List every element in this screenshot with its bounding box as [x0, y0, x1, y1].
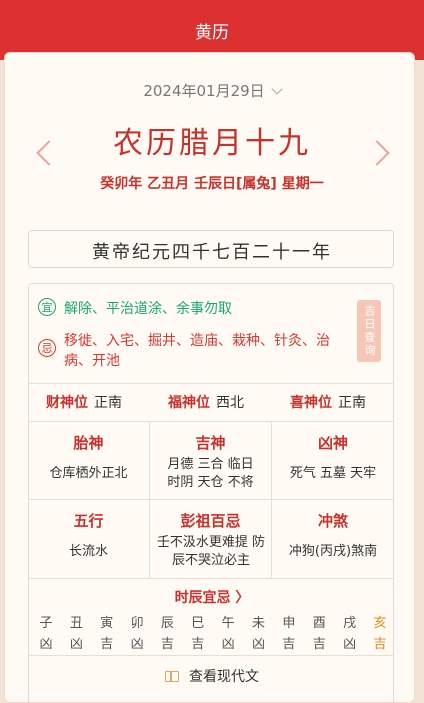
- jishen-value: 月德 三合 临日 时阴 天仓 不将: [167, 457, 254, 490]
- branch-label: 巳: [191, 616, 205, 631]
- luck-label: 吉: [282, 637, 296, 652]
- wuxing-value: 长流水: [68, 544, 108, 559]
- shichen-luck-row: 凶 凶 吉 凶 吉 吉 凶 凶 吉 吉 凶 吉: [36, 633, 390, 652]
- taishen-value: 仓库栖外正北: [49, 466, 128, 481]
- direction-label: 福神位: [168, 395, 210, 411]
- xiongshen-value: 死气 五墓 天牢: [289, 466, 377, 481]
- direction-joy: 喜神位 正南: [290, 392, 366, 412]
- direction-value: 正南: [94, 395, 122, 411]
- lunar-date: 农历腊月十九: [113, 126, 311, 161]
- chevron-down-icon: [271, 83, 283, 95]
- luck-label: 凶: [343, 637, 357, 652]
- yi-activities: 解除、平治道涂、余事勿取: [64, 301, 232, 317]
- direction-label: 喜神位: [290, 395, 332, 411]
- luck-label: 吉: [160, 637, 174, 652]
- luck-label-current: 吉: [373, 637, 387, 652]
- branch-label: 未: [252, 616, 266, 631]
- wuxing-title: 五行: [73, 512, 104, 530]
- jishen-title: 吉神: [195, 434, 226, 452]
- luck-label: 吉: [100, 637, 114, 652]
- branch-label: 酉: [312, 616, 326, 631]
- luck-label: 凶: [69, 637, 83, 652]
- branch-label: 午: [221, 616, 235, 631]
- divider: [28, 578, 394, 579]
- branch-label: 寅: [100, 616, 114, 631]
- luck-label: 凶: [252, 637, 266, 652]
- direction-wealth: 财神位 正南: [46, 392, 122, 412]
- auspicious-day-query-button[interactable]: 吉日查询: [357, 300, 381, 362]
- branch-label: 申: [282, 616, 296, 631]
- taishen-title: 胎神: [73, 434, 104, 452]
- ganzhi-line: 癸卯年 乙丑月 壬辰日[属兔] 星期一: [100, 176, 324, 192]
- shichen-branch-row: 子 丑 寅 卯 辰 巳 午 未 申 酉 戌 亥: [36, 612, 390, 631]
- shichen-title-link[interactable]: 时辰宜忌 〉: [0, 587, 424, 607]
- luck-label: 凶: [39, 637, 53, 652]
- direction-value: 西北: [216, 395, 244, 411]
- page-title: 黄历: [195, 23, 229, 43]
- chongsha-title: 冲煞: [317, 512, 348, 530]
- direction-fortune: 福神位 西北: [168, 392, 244, 412]
- date-selector[interactable]: 2024年01月29日: [0, 80, 424, 101]
- direction-label: 财神位: [46, 395, 88, 411]
- branch-label: 丑: [69, 616, 83, 631]
- book-icon: [165, 671, 179, 682]
- luck-label: 凶: [130, 637, 144, 652]
- branch-label-current: 亥: [373, 616, 387, 631]
- branch-label: 辰: [160, 616, 174, 631]
- branch-label: 卯: [130, 616, 144, 631]
- xiongshen-title: 凶神: [317, 434, 348, 452]
- divider: [28, 499, 394, 500]
- pengzu-title: 彭祖百忌: [180, 512, 241, 530]
- divider: [28, 383, 394, 384]
- pengzu-value: 壬不汲水更难提 防 辰不哭泣必主: [156, 535, 266, 568]
- header-bar: 黄历: [0, 0, 424, 60]
- ji-badge-icon: 忌: [38, 339, 56, 357]
- luck-label: 凶: [221, 637, 235, 652]
- divider: [28, 421, 394, 422]
- ji-activities: 移徙、入宅、掘井、造庙、栽种、针灸、治病、开池: [64, 333, 330, 369]
- divider: [28, 655, 394, 656]
- chongsha-value: 冲狗(丙戌)煞南: [288, 544, 378, 559]
- yi-badge-icon: 宜: [38, 298, 56, 316]
- view-modern-text-label: 查看现代文: [189, 669, 259, 685]
- era-text: 黄帝纪元四千七百二十一年: [92, 242, 332, 263]
- direction-value: 正南: [338, 395, 366, 411]
- view-modern-text-button[interactable]: 查看现代文: [0, 666, 424, 686]
- luck-label: 吉: [191, 637, 205, 652]
- selected-date: 2024年01月29日: [143, 82, 265, 100]
- branch-label: 子: [39, 616, 53, 631]
- era-box: 黄帝纪元四千七百二十一年: [28, 230, 394, 268]
- branch-label: 戌: [343, 616, 357, 631]
- luck-label: 吉: [312, 637, 326, 652]
